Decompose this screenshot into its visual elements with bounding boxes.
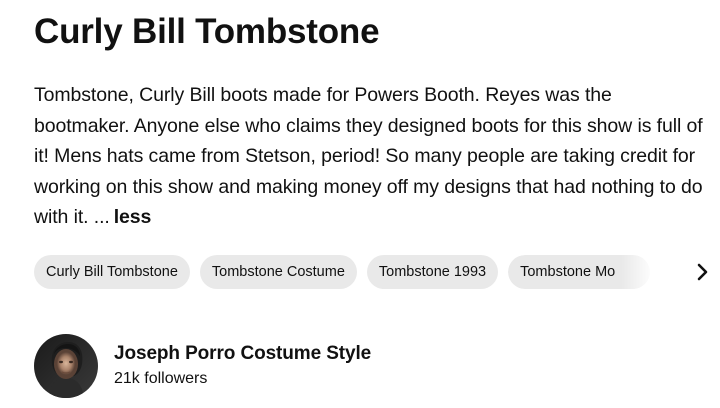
- creator-name[interactable]: Joseph Porro Costume Style: [114, 341, 371, 367]
- pin-title: Curly Bill Tombstone: [34, 12, 380, 51]
- tag-curly-bill-tombstone[interactable]: Curly Bill Tombstone: [34, 255, 190, 289]
- avatar-photo-icon: [34, 334, 98, 398]
- tags-row: Curly Bill Tombstone Tombstone Costume T…: [34, 255, 714, 289]
- creator-followers: 21k followers: [114, 370, 208, 387]
- chevron-right-icon[interactable]: [694, 261, 712, 283]
- creator-section: Joseph Porro Costume Style 21k followers: [34, 334, 371, 398]
- creator-avatar[interactable]: [34, 334, 98, 398]
- tag-tombstone-1993[interactable]: Tombstone 1993: [366, 255, 499, 289]
- creator-meta: Joseph Porro Costume Style 21k followers: [114, 341, 371, 391]
- tag-tombstone-costume[interactable]: Tombstone Costume: [199, 255, 357, 289]
- less-link[interactable]: less: [114, 206, 152, 228]
- pin-description: Tombstone, Curly Bill boots made for Pow…: [34, 80, 706, 233]
- tag-tombstone-mo[interactable]: Tombstone Mo: [508, 255, 651, 289]
